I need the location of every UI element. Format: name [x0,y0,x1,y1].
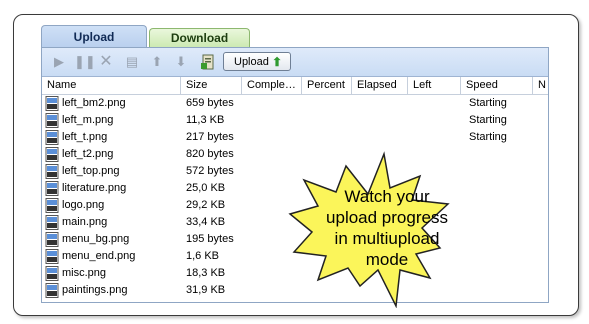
move-up-icon[interactable]: ⬆ [149,54,165,70]
png-file-icon [45,266,59,281]
pause-icon[interactable]: ❚❚ [74,54,96,70]
callout-line: Watch your [344,187,430,206]
file-row[interactable]: left_m.png 11,3 KB Starting [42,112,548,129]
file-row[interactable]: left_bm2.png 659 bytes Starting [42,95,548,112]
file-size: 11,3 KB [186,114,225,126]
file-row[interactable]: left_t.png 217 bytes Starting [42,129,548,146]
toolbar: ▶ ❚❚ ✕ ▤ ⬆ ⬇ Upload ⬆ [42,48,548,77]
file-name: misc.png [62,267,107,279]
column-header-left[interactable]: Left [408,77,461,94]
add-files-icon[interactable] [200,54,216,70]
file-name: menu_end.png [62,250,136,262]
file-size: 33,4 KB [186,216,226,228]
callout-line: upload progress [326,208,448,227]
column-header-n[interactable]: N [533,77,548,94]
cancel-icon[interactable]: ✕ [98,54,114,70]
file-name: paintings.png [62,284,128,296]
file-size: 18,3 KB [186,267,226,279]
callout-text: Watch your upload progress in multiuploa… [318,186,456,270]
column-header-speed[interactable]: Speed [461,77,533,94]
file-name: left_bm2.png [62,97,126,109]
upload-arrow-icon: ⬆ [272,55,283,69]
file-name: left_m.png [62,114,114,126]
column-header-elapsed[interactable]: Elapsed [352,77,408,94]
file-size: 25,0 KB [186,182,226,194]
file-size: 1,6 KB [186,250,220,262]
column-header-percent[interactable]: Percent [302,77,352,94]
file-name: logo.png [62,199,105,211]
file-name: menu_bg.png [62,233,130,245]
png-file-icon [45,215,59,230]
callout-line: mode [365,250,409,269]
png-file-icon [45,96,59,111]
png-file-icon [45,232,59,247]
png-file-icon [45,249,59,264]
file-speed: Starting [469,97,507,109]
play-icon[interactable]: ▶ [51,54,67,70]
file-size: 195 bytes [186,233,234,245]
png-file-icon [45,181,59,196]
file-name: main.png [62,216,108,228]
file-size: 659 bytes [186,97,234,109]
file-size: 572 bytes [186,165,234,177]
file-name: left_t2.png [62,148,114,160]
file-name: left_t.png [62,131,108,143]
tab-download[interactable]: Download [149,28,250,48]
png-file-icon [45,113,59,128]
callout-line: in multiupload [334,229,440,248]
file-speed: Starting [469,131,507,143]
png-file-icon [45,198,59,213]
column-header-name[interactable]: Name [42,77,181,94]
png-file-icon [45,130,59,145]
png-file-icon [45,283,59,298]
png-file-icon [45,164,59,179]
file-name: literature.png [62,182,127,194]
column-header-completed[interactable]: Comple… [242,77,302,94]
file-size: 217 bytes [186,131,234,143]
move-down-icon[interactable]: ⬇ [173,54,189,70]
upload-button[interactable]: Upload ⬆ [223,52,291,71]
file-size: 31,9 KB [186,284,226,296]
file-list-header: Name Size Comple… Percent Elapsed Left S… [42,77,548,95]
upload-button-label: Upload [234,56,269,68]
png-file-icon [45,147,59,162]
tab-upload[interactable]: Upload [41,25,147,48]
clear-icon[interactable]: ▤ [124,54,140,70]
file-size: 820 bytes [186,148,234,160]
file-speed: Starting [469,114,507,126]
file-size: 29,2 KB [186,199,226,211]
column-header-size[interactable]: Size [181,77,242,94]
file-name: left_top.png [62,165,120,177]
